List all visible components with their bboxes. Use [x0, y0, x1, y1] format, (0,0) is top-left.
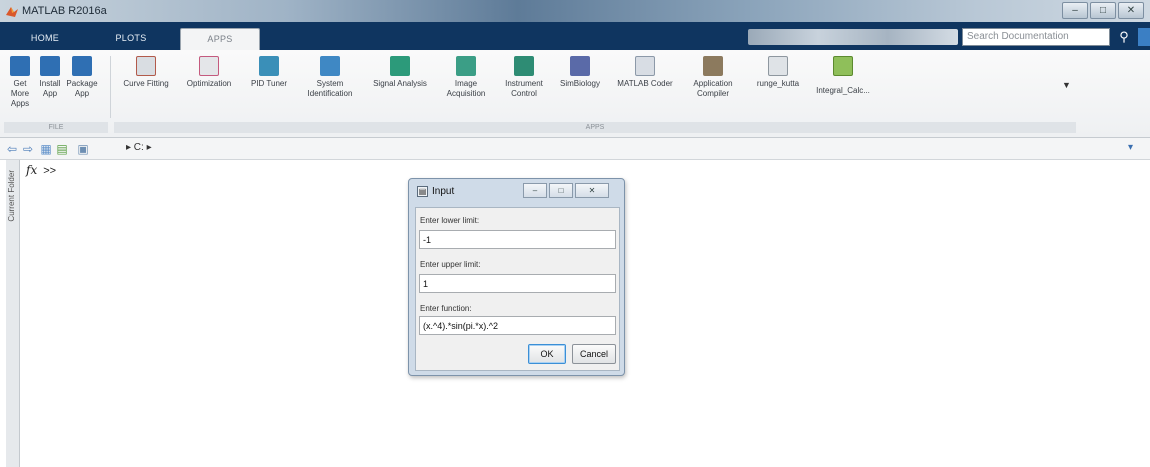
search-icon[interactable]: ⚲ [1114, 28, 1134, 46]
install-app-button[interactable]: Install App [36, 54, 64, 120]
path-dropdown-icon[interactable]: ▾ [1128, 142, 1133, 153]
application-compiler-icon [703, 56, 723, 76]
install-app-label: Install App [39, 79, 61, 98]
integral-calc-app-icon [833, 56, 853, 76]
function-browser-icon[interactable]: fx [26, 163, 37, 177]
optimization-icon [199, 56, 219, 76]
matlab-coder-icon [635, 56, 655, 76]
help-icon[interactable] [1138, 28, 1150, 46]
matlab-coder-button[interactable]: MATLAB Coder [612, 54, 678, 120]
maximize-button[interactable]: □ [1090, 2, 1116, 19]
drive-icon[interactable]: ▣ [76, 141, 90, 157]
pid-tuner-button[interactable]: PID Tuner [244, 54, 294, 120]
matlab-coder-label: MATLAB Coder [617, 79, 673, 88]
cancel-button[interactable]: Cancel [572, 344, 616, 364]
system-identification-label: System Identification [307, 79, 353, 98]
command-prompt[interactable]: fx >> [26, 163, 56, 177]
dialog-close-button[interactable]: ✕ [575, 183, 609, 198]
browse-folder-icon[interactable]: ▤ [56, 141, 68, 157]
current-folder-label: Current Folder [7, 170, 16, 222]
tab-plots[interactable]: PLOTS [106, 28, 156, 48]
ok-button[interactable]: OK [528, 344, 566, 364]
toolstrip-tabs: HOME PLOTS APPS Search Documentation ⚲ [0, 22, 1150, 50]
instrument-control-label: Instrument Control [505, 79, 543, 98]
function-label: Enter function: [420, 304, 472, 313]
current-folder-toolbar: ⇦ ⇨ ▦ ▤ ▣ ▸ C: ▸ ▾ [0, 138, 1150, 160]
runge-kutta-app-icon [768, 56, 788, 76]
dialog-title: Input [432, 186, 455, 197]
runge-kutta-app-button[interactable]: runge_kutta [748, 54, 808, 120]
instrument-control-icon [514, 56, 534, 76]
application-compiler-label: Application Compiler [693, 79, 733, 98]
quick-access-toolbar[interactable] [748, 29, 958, 45]
upper-limit-input[interactable]: 1 [419, 274, 616, 293]
forward-arrow-icon[interactable]: ⇨ [22, 141, 34, 157]
simbiology-label: SimBiology [559, 79, 600, 88]
prompt-symbol: >> [43, 165, 57, 177]
get-more-apps-button[interactable]: Get More Apps [6, 54, 34, 120]
image-acquisition-label: Image Acquisition [446, 79, 486, 98]
input-dialog: ▤ Input – □ ✕ Enter lower limit: -1 Ente… [408, 178, 625, 376]
matlab-logo-icon [6, 7, 18, 17]
signal-analysis-button[interactable]: Signal Analysis [362, 54, 438, 120]
system-identification-icon [320, 56, 340, 76]
search-documentation-input[interactable]: Search Documentation [962, 28, 1110, 46]
simbiology-icon [570, 56, 590, 76]
up-folder-icon[interactable]: ▦ [40, 141, 52, 157]
close-button[interactable]: ✕ [1118, 2, 1144, 19]
dialog-maximize-button[interactable]: □ [549, 183, 573, 198]
integral-calc-app-label: Integral_Calc... [816, 86, 870, 95]
signal-analysis-icon [390, 56, 410, 76]
dialog-app-icon: ▤ [417, 186, 428, 197]
pid-tuner-label: PID Tuner [250, 79, 287, 88]
ribbon-section-file: FILE [4, 122, 108, 133]
curve-fitting-button[interactable]: Curve Fitting [116, 54, 176, 120]
ribbon-section-apps: APPS [114, 122, 1076, 133]
system-identification-button[interactable]: System Identification [300, 54, 360, 120]
tab-home[interactable]: HOME [20, 28, 70, 48]
integral-calc-app-button[interactable]: Integral_Calc... [814, 54, 872, 120]
package-app-button[interactable]: Package App [66, 54, 98, 120]
current-folder-panel[interactable]: Current Folder [6, 160, 20, 467]
package-app-icon [72, 56, 92, 76]
dialog-title-bar[interactable]: ▤ Input – □ ✕ [409, 179, 624, 203]
pid-tuner-icon [259, 56, 279, 76]
image-acquisition-icon [456, 56, 476, 76]
get-more-apps-label: Get More Apps [10, 79, 30, 108]
back-arrow-icon[interactable]: ⇦ [6, 141, 18, 157]
signal-analysis-label: Signal Analysis [373, 79, 427, 88]
install-app-icon [40, 56, 60, 76]
dialog-minimize-button[interactable]: – [523, 183, 547, 198]
dialog-body: Enter lower limit: -1 Enter upper limit:… [415, 207, 620, 371]
optimization-label: Optimization [186, 79, 232, 88]
more-apps-dropdown-icon[interactable]: ▼ [1062, 80, 1071, 90]
apps-ribbon: Get More Apps Install App Package App Cu… [0, 50, 1150, 138]
window-title: MATLAB R2016a [22, 5, 107, 17]
title-bar: MATLAB R2016a – □ ✕ [0, 0, 1150, 22]
upper-limit-label: Enter upper limit: [420, 260, 481, 269]
curve-fitting-icon [136, 56, 156, 76]
matlab-window: MATLAB R2016a – □ ✕ HOME PLOTS APPS Sear… [0, 0, 1150, 467]
function-input[interactable]: (x.^4).*sin(pi.*x).^2 [419, 316, 616, 335]
package-app-label: Package App [66, 79, 98, 98]
lower-limit-label: Enter lower limit: [420, 216, 480, 225]
simbiology-button[interactable]: SimBiology [554, 54, 606, 120]
application-compiler-button[interactable]: Application Compiler [684, 54, 742, 120]
ribbon-separator [110, 56, 111, 118]
optimization-button[interactable]: Optimization [178, 54, 240, 120]
instrument-control-button[interactable]: Instrument Control [498, 54, 550, 120]
runge-kutta-app-label: runge_kutta [756, 79, 800, 88]
lower-limit-input[interactable]: -1 [419, 230, 616, 249]
minimize-button[interactable]: – [1062, 2, 1088, 19]
tab-apps[interactable]: APPS [180, 28, 260, 50]
curve-fitting-label: Curve Fitting [123, 79, 169, 88]
current-folder-path[interactable]: ▸ C: ▸ [126, 142, 152, 153]
get-more-apps-icon [10, 56, 30, 76]
image-acquisition-button[interactable]: Image Acquisition [440, 54, 492, 120]
